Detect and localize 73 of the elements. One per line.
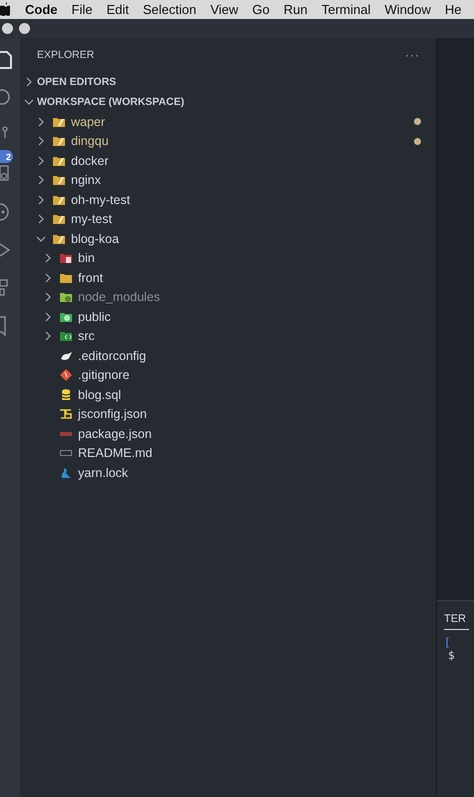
folder-icon (60, 291, 72, 304)
folder-name[interactable]: src (78, 329, 95, 344)
apple-icon[interactable] (0, 2, 10, 17)
folder-name[interactable]: public (78, 310, 111, 324)
cat-icon (60, 466, 72, 479)
folder-icon (60, 330, 72, 342)
section-header[interactable]: WORKSPACE (WORKSPACE) (37, 96, 184, 108)
folder-icon (60, 310, 72, 323)
chevron-right-icon[interactable] (43, 312, 53, 322)
explorer-title: EXPLORER (37, 49, 94, 61)
folder-name[interactable]: nginx (71, 173, 101, 188)
section-header[interactable]: OPEN EDITORS (37, 76, 116, 88)
folder-icon (53, 213, 65, 226)
folder-icon (53, 116, 65, 128)
terminal-line: $ (448, 649, 455, 662)
folder-icon (53, 154, 65, 167)
folder-name[interactable]: dingqu (71, 134, 109, 148)
menu-item[interactable]: Selection (142, 2, 196, 17)
menu-item[interactable]: View (210, 2, 238, 17)
js-file-icon (60, 408, 72, 420)
chevron-right-icon[interactable] (36, 194, 46, 205)
panel-tab[interactable]: TER (444, 613, 469, 630)
folder-icon (53, 135, 65, 148)
chevron-right-icon[interactable] (43, 292, 53, 302)
chevron-right-icon[interactable] (24, 77, 34, 87)
chevron-down-icon[interactable] (36, 234, 46, 244)
filename[interactable]: README.md (78, 446, 152, 460)
chevron-down-icon[interactable] (24, 97, 34, 107)
folder-icon (53, 232, 65, 245)
terminal-line: [ (444, 636, 451, 649)
chevron-right-icon[interactable] (36, 136, 46, 146)
chevron-right-icon[interactable] (43, 272, 53, 283)
folder-icon (60, 252, 72, 264)
close-button[interactable] (2, 23, 13, 34)
minimize-button[interactable] (19, 23, 30, 34)
menu-item[interactable]: Window (384, 2, 431, 17)
menu-item[interactable]: He (444, 2, 462, 17)
folder-name[interactable]: docker (71, 154, 109, 168)
menu-item[interactable]: Run (284, 2, 308, 17)
filename[interactable]: .editorconfig (78, 348, 146, 363)
chevron-right-icon[interactable] (36, 214, 46, 224)
files-icon[interactable] (0, 50, 12, 70)
menu-item[interactable]: Go (252, 2, 270, 17)
filename[interactable]: blog.sql (78, 388, 122, 402)
folder-icon (60, 272, 72, 284)
diamond-icon (60, 369, 72, 382)
menu-item[interactable]: Terminal (322, 2, 371, 17)
chevron-right-icon[interactable] (36, 156, 46, 166)
folder-icon (53, 174, 65, 186)
filename[interactable]: package.json (78, 426, 152, 441)
folder-name[interactable]: my-test (71, 212, 112, 226)
chevron-right-icon[interactable] (36, 116, 46, 127)
menu-item[interactable]: File (72, 2, 92, 17)
folder-name[interactable]: node_modules (78, 290, 160, 304)
chevron-right-icon[interactable] (43, 331, 53, 342)
menu-item[interactable]: Edit (106, 2, 129, 17)
folder-name[interactable]: waper (71, 114, 106, 129)
filename[interactable]: .gitignore (78, 368, 130, 382)
more-actions-button[interactable]: ··· (405, 48, 420, 62)
chevron-right-icon[interactable] (36, 175, 46, 186)
folder-name[interactable]: bin (78, 251, 95, 266)
chevron-right-icon[interactable] (43, 253, 53, 264)
notification-badge: 2 (0, 150, 13, 163)
folder-name[interactable]: front (78, 270, 104, 285)
menu-item[interactable]: Code (25, 2, 58, 17)
folder-name[interactable]: oh-my-test (71, 192, 130, 207)
modified-dot (414, 138, 421, 145)
folder-icon (53, 194, 65, 206)
folder-name[interactable]: blog-koa (71, 232, 119, 246)
database-icon (60, 388, 72, 401)
filename[interactable]: jsconfig.json (78, 407, 147, 422)
filename[interactable]: yarn.lock (78, 466, 128, 480)
modified-dot (414, 118, 421, 126)
